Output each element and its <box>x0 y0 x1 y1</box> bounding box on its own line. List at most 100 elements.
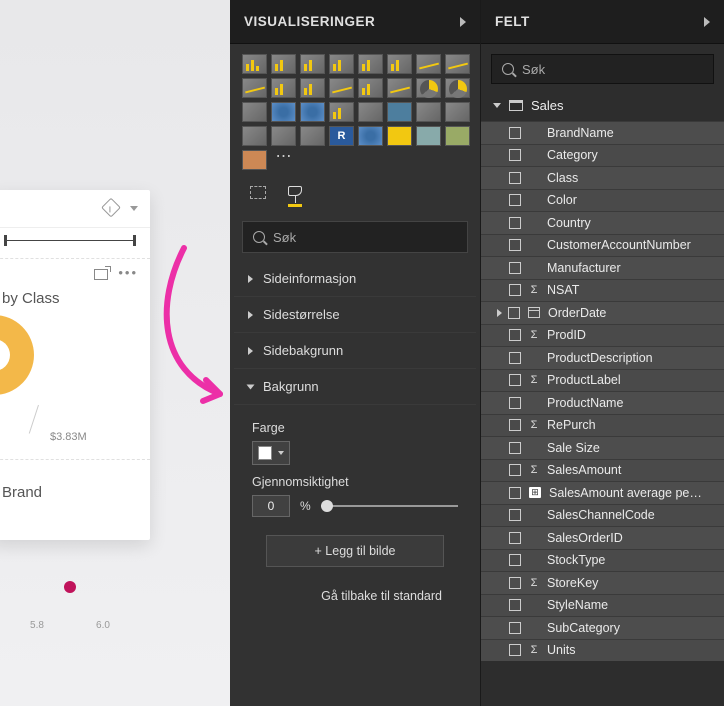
field-checkbox[interactable] <box>509 172 521 184</box>
field-row[interactable]: ΣProdID <box>481 324 724 347</box>
field-checkbox[interactable] <box>509 554 521 566</box>
field-checkbox[interactable] <box>509 127 521 139</box>
viz-slicer-icon[interactable] <box>242 126 267 146</box>
viz-kpi-icon[interactable] <box>445 102 470 122</box>
field-checkbox[interactable] <box>509 374 521 386</box>
field-checkbox[interactable] <box>509 487 521 499</box>
fields-header[interactable]: FELT <box>481 0 724 44</box>
field-checkbox[interactable] <box>508 307 520 319</box>
field-checkbox[interactable] <box>509 532 521 544</box>
viz-multirow-icon[interactable] <box>416 102 441 122</box>
section-pagebg[interactable]: Sidebakgrunn <box>234 333 476 369</box>
field-row[interactable]: Category <box>481 144 724 167</box>
field-checkbox[interactable] <box>509 329 521 341</box>
field-checkbox[interactable] <box>509 194 521 206</box>
field-row[interactable]: SubCategory <box>481 616 724 639</box>
section-pagesize[interactable]: Sidestørrelse <box>234 297 476 333</box>
viz-waterfall-icon[interactable] <box>358 78 383 98</box>
field-row[interactable]: ΣNSAT <box>481 279 724 302</box>
slider-thumb[interactable] <box>321 500 333 512</box>
field-row[interactable]: ProductDescription <box>481 346 724 369</box>
viz-custom1-icon[interactable] <box>387 126 412 146</box>
field-row[interactable]: SalesOrderID <box>481 526 724 549</box>
add-image-button[interactable]: + Legg til bilde <box>266 535 444 567</box>
field-checkbox[interactable] <box>509 352 521 364</box>
field-checkbox[interactable] <box>509 464 521 476</box>
viz-custom4-icon[interactable] <box>242 150 267 170</box>
field-checkbox[interactable] <box>509 397 521 409</box>
field-row[interactable]: Class <box>481 166 724 189</box>
section-pageinfo[interactable]: Sideinformasjon <box>234 261 476 297</box>
viz-card-icon[interactable] <box>387 102 412 122</box>
viz-funnel-icon[interactable] <box>329 102 354 122</box>
reset-to-default-link[interactable]: Gå tilbake til standard <box>252 571 458 603</box>
field-checkbox[interactable] <box>509 577 521 589</box>
viz-matrix-icon[interactable] <box>300 126 325 146</box>
viz-r-icon[interactable]: R <box>329 126 354 146</box>
field-row[interactable]: Color <box>481 189 724 212</box>
color-picker[interactable] <box>252 441 290 465</box>
viz-100-bar-icon[interactable] <box>358 54 383 74</box>
slicer-range[interactable] <box>4 240 136 241</box>
format-mode-tab[interactable] <box>288 186 302 207</box>
viz-stacked-area-icon[interactable] <box>242 78 267 98</box>
viz-pie-icon[interactable] <box>416 78 441 98</box>
table-node-sales[interactable]: Sales <box>481 90 724 121</box>
viz-donut-icon[interactable] <box>445 78 470 98</box>
field-row[interactable]: ΣSalesAmount <box>481 459 724 482</box>
field-row[interactable]: Sale Size <box>481 436 724 459</box>
field-row[interactable]: BrandName <box>481 121 724 144</box>
field-checkbox[interactable] <box>509 599 521 611</box>
section-background[interactable]: Bakgrunn <box>234 369 476 405</box>
viz-clustered-column-icon[interactable] <box>329 54 354 74</box>
viz-map-icon[interactable] <box>271 102 296 122</box>
field-checkbox[interactable] <box>509 149 521 161</box>
field-row[interactable]: OrderDate <box>481 301 724 324</box>
field-row[interactable]: ΣStoreKey <box>481 571 724 594</box>
field-row[interactable]: Manufacturer <box>481 256 724 279</box>
viz-table-icon[interactable] <box>271 126 296 146</box>
viz-filled-map-icon[interactable] <box>300 102 325 122</box>
field-checkbox[interactable] <box>509 284 521 296</box>
pin-icon[interactable] <box>101 197 121 217</box>
format-search-input[interactable]: Søk <box>242 221 468 253</box>
field-row[interactable]: ΣRePurch <box>481 414 724 437</box>
field-row[interactable]: StockType <box>481 549 724 572</box>
viz-scatter-icon[interactable] <box>387 78 412 98</box>
viz-more-icon[interactable]: ⋯ <box>271 150 296 170</box>
report-visual-card[interactable]: ••• by Class $3.83M Brand 5.8 6.0 <box>0 190 150 540</box>
field-row[interactable]: ProductName <box>481 391 724 414</box>
viz-gauge-icon[interactable] <box>358 102 383 122</box>
viz-treemap-icon[interactable] <box>242 102 267 122</box>
viz-arcgis-icon[interactable] <box>358 126 383 146</box>
field-checkbox[interactable] <box>509 419 521 431</box>
viz-line-icon[interactable] <box>416 54 441 74</box>
field-checkbox[interactable] <box>509 509 521 521</box>
field-row[interactable]: StyleName <box>481 594 724 617</box>
field-checkbox[interactable] <box>509 644 521 656</box>
viz-combo-icon[interactable] <box>271 78 296 98</box>
viz-area-icon[interactable] <box>445 54 470 74</box>
field-row[interactable]: Country <box>481 211 724 234</box>
fields-mode-tab[interactable] <box>250 186 266 207</box>
field-row[interactable]: CustomerAccountNumber <box>481 234 724 257</box>
field-row[interactable]: ΣProductLabel <box>481 369 724 392</box>
viz-clustered-bar-icon[interactable] <box>271 54 296 74</box>
field-checkbox[interactable] <box>509 622 521 634</box>
viz-stacked-bar-icon[interactable] <box>242 54 267 74</box>
fields-search-input[interactable]: Søk <box>491 54 714 84</box>
field-row[interactable]: ⊞SalesAmount average pe… <box>481 481 724 504</box>
more-options-icon[interactable]: ••• <box>118 269 138 280</box>
focus-mode-icon[interactable] <box>94 269 108 280</box>
transparency-slider[interactable] <box>321 505 458 507</box>
viz-combo2-icon[interactable] <box>300 78 325 98</box>
viz-custom2-icon[interactable] <box>416 126 441 146</box>
field-checkbox[interactable] <box>509 239 521 251</box>
viz-100-column-icon[interactable] <box>387 54 412 74</box>
field-checkbox[interactable] <box>509 442 521 454</box>
field-row[interactable]: SalesChannelCode <box>481 504 724 527</box>
viz-stacked-column-icon[interactable] <box>300 54 325 74</box>
field-row[interactable]: ΣUnits <box>481 639 724 662</box>
field-checkbox[interactable] <box>509 217 521 229</box>
field-checkbox[interactable] <box>509 262 521 274</box>
